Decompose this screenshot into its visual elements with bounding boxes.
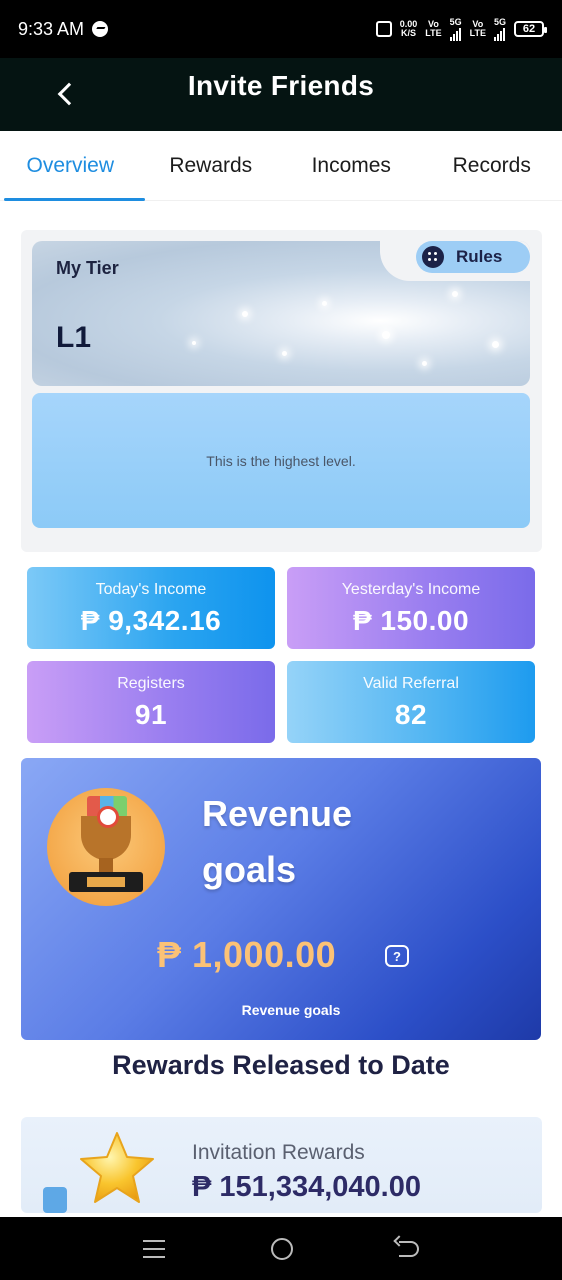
tab-rewards[interactable]: Rewards: [141, 131, 282, 201]
sim2-signal: 5G: [493, 16, 506, 41]
chevron-left-icon: [57, 82, 81, 106]
invitation-rewards-amount: ₱ 151,334,040.00: [192, 1171, 421, 1203]
stat-value: 82: [394, 699, 428, 730]
tab-overview[interactable]: Overview: [0, 131, 144, 201]
stat-label: Today's Income: [95, 581, 207, 598]
battery-icon: 62: [514, 21, 547, 37]
tier-label: My Tier: [56, 258, 119, 278]
status-indicators: 0.00 K/S Vo LTE 5G Vo LTE 5G 62: [375, 16, 547, 41]
stat-value: ₱ 150.00: [352, 605, 470, 636]
status-bar: 9:33 AM 0.00 K/S Vo LTE 5G Vo LTE 5G 62: [0, 0, 562, 58]
help-icon[interactable]: ?: [385, 945, 409, 967]
signal-icon: [494, 27, 506, 41]
stat-yesterday-income: Yesterday's Income ₱ 150.00: [287, 567, 535, 649]
stat-value: 91: [134, 699, 168, 730]
sim1-volte: Vo LTE: [425, 20, 441, 38]
rules-icon: [422, 246, 444, 268]
hand-icon: [43, 1187, 67, 1213]
revenue-amount: ₱ 1,000.00: [157, 934, 337, 975]
sim2-bottom: LTE: [469, 28, 486, 38]
status-time: 9:33 AM: [18, 18, 85, 39]
signal-icon: [450, 27, 462, 41]
net-speed: 0.00 K/S: [400, 20, 418, 38]
stat-valid-referral: Valid Referral 82: [287, 661, 535, 743]
sim2-gen: 5G: [493, 16, 506, 27]
sim1-bottom: LTE: [425, 28, 442, 38]
back-nav-icon[interactable]: [399, 1240, 419, 1257]
stat-registers: Registers 91: [27, 661, 275, 743]
trophy-icon: [47, 788, 165, 906]
sim2-volte: Vo LTE: [470, 20, 486, 38]
revenue-title: Revenue goals: [202, 793, 353, 890]
tab-bar: Overview Rewards Incomes Records: [0, 131, 562, 201]
revenue-goals-card: Revenue goals ₱ 1,000.00 ? Revenue goals: [21, 758, 541, 1040]
recent-apps-icon[interactable]: [143, 1239, 165, 1258]
sim1-gen: 5G: [449, 16, 462, 27]
tier-panel: My Tier L1 Rules This is the highest lev…: [21, 230, 542, 552]
tab-incomes[interactable]: Incomes: [281, 131, 422, 201]
page-title: Invite Friends: [187, 69, 375, 101]
stat-today-income: Today's Income ₱ 9,342.16: [27, 567, 275, 649]
invitation-rewards-card: Invitation Rewards ₱ 151,334,040.00: [21, 1117, 542, 1213]
net-speed-unit: K/S: [401, 28, 417, 38]
sim1-signal: 5G: [449, 16, 462, 41]
tab-records[interactable]: Records: [422, 131, 562, 201]
system-nav-bar: [0, 1217, 562, 1280]
stat-value: ₱ 9,342.16: [80, 605, 222, 636]
nfc-icon: [375, 21, 392, 37]
section-title: Rewards Released to Date: [112, 1050, 450, 1080]
home-icon[interactable]: [271, 1237, 293, 1260]
rules-label: Rules: [456, 247, 503, 266]
tier-info-text: This is the highest level.: [206, 452, 356, 469]
app-header: Invite Friends: [0, 58, 562, 131]
rules-button[interactable]: Rules: [416, 241, 530, 273]
stat-label: Yesterday's Income: [341, 581, 481, 598]
back-button[interactable]: [46, 74, 86, 114]
revenue-caption: Revenue goals: [241, 1002, 341, 1018]
tier-info-box: This is the highest level.: [32, 393, 530, 528]
invitation-rewards-label: Invitation Rewards: [192, 1141, 365, 1164]
messenger-icon: [92, 21, 109, 37]
tier-value: L1: [56, 321, 92, 354]
stat-label: Registers: [117, 675, 185, 692]
star-icon: [80, 1132, 154, 1203]
stat-label: Valid Referral: [363, 675, 459, 692]
